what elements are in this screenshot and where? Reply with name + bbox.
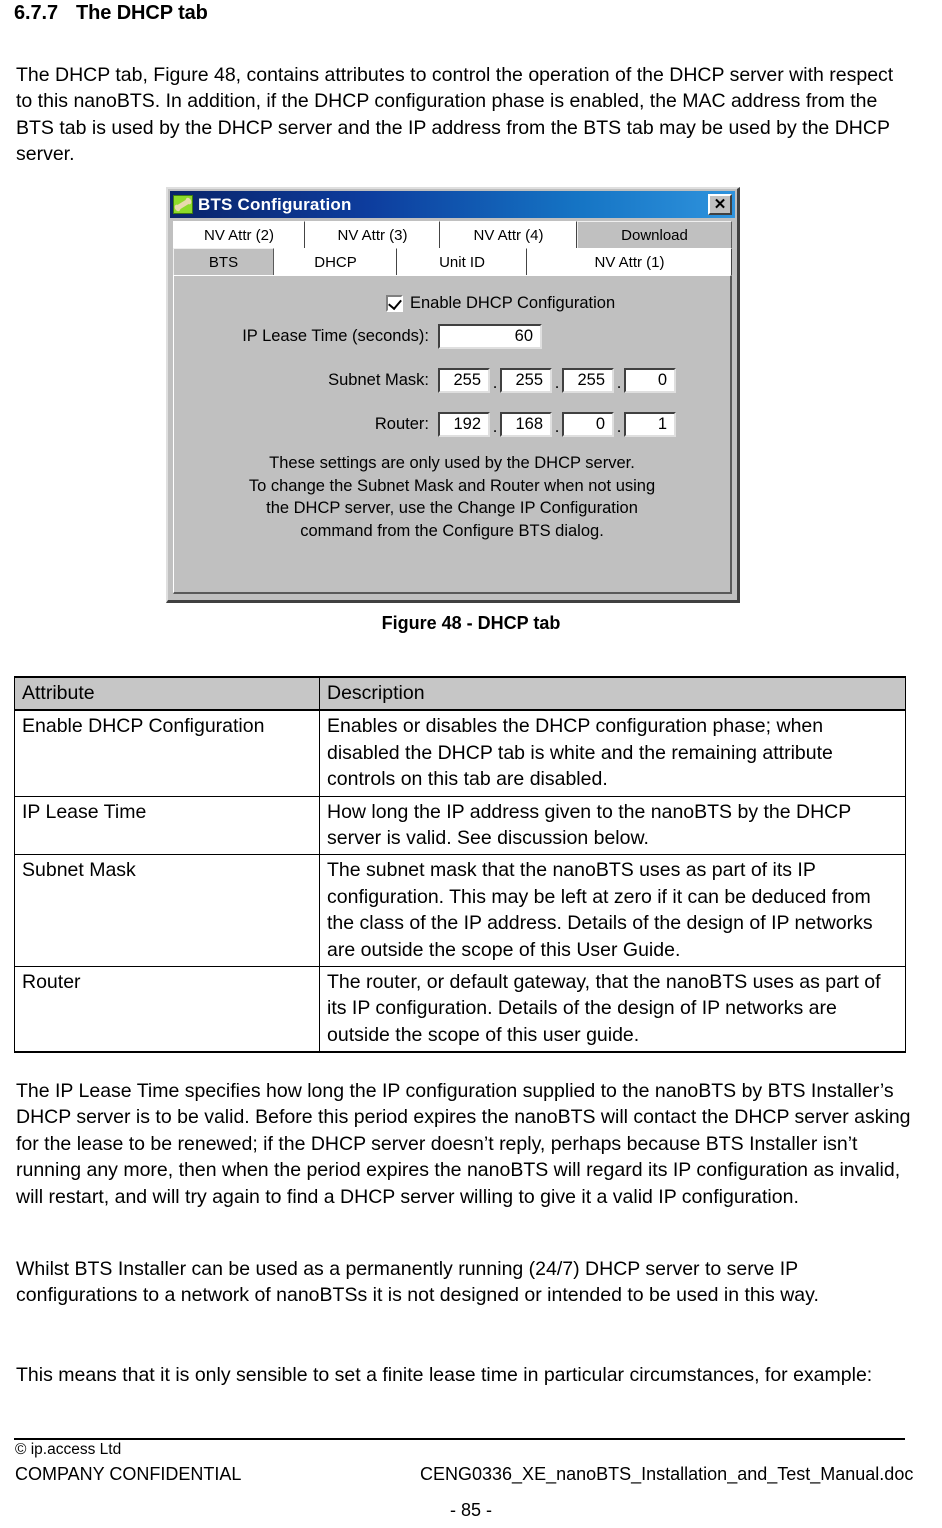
router-separator-1: .	[492, 418, 498, 436]
router-separator-3: .	[616, 418, 622, 436]
section-number: 6.7.7	[14, 2, 58, 24]
table-header-row: Attribute Description	[14, 675, 906, 712]
router-row: Router: 192 . 168 . 0 . 1	[202, 412, 676, 437]
paragraph-whilst: Whilst BTS Installer can be used as a pe…	[16, 1258, 819, 1307]
subnet-mask-octet-1[interactable]: 255	[438, 368, 490, 393]
dhcp-tab-panel: Enable DHCP Configuration IP Lease Time …	[173, 275, 732, 594]
ip-lease-time-label: IP Lease Time (seconds):	[242, 327, 429, 345]
footer-page-number: - 85 -	[449, 1500, 492, 1520]
dialog-title: BTS Configuration	[198, 194, 352, 214]
cell-attribute: Enable DHCP Configuration	[14, 709, 320, 797]
router-octet-3[interactable]: 0	[562, 412, 614, 437]
router-octet-2[interactable]: 168	[500, 412, 552, 437]
bone-glyph	[175, 198, 191, 211]
dhcp-help-text: These settings are only used by the DHCP…	[194, 452, 710, 542]
bone-icon	[173, 195, 193, 214]
column-header-description: Description	[319, 675, 906, 712]
checkmark-icon	[388, 295, 402, 311]
tab-download[interactable]: Download	[577, 221, 732, 248]
paragraph-lease-time: The IP Lease Time specifies how long the…	[16, 1080, 911, 1208]
document-page: 6.7.7 The DHCP tab The DHCP tab, Figure 4…	[0, 0, 942, 1528]
tab-strip: NV Attr (2) NV Attr (3) NV Attr (4) Down…	[173, 221, 732, 275]
dialog-titlebar: BTS Configuration ✕	[170, 191, 735, 218]
attribute-table: Attribute Description Enable DHCP Config…	[14, 675, 906, 1054]
subnet-separator-2: .	[554, 374, 560, 392]
router-separator-2: .	[554, 418, 560, 436]
tab-dhcp[interactable]: DHCP	[274, 248, 397, 275]
subnet-mask-octet-2[interactable]: 255	[500, 368, 552, 393]
cell-attribute: Subnet Mask	[14, 854, 320, 968]
tab-unit-id[interactable]: Unit ID	[397, 248, 527, 275]
tab-nv-attr-3[interactable]: NV Attr (3)	[305, 221, 440, 248]
table-row: Subnet Mask The subnet mask that the nan…	[14, 854, 906, 968]
subnet-mask-octet-3[interactable]: 255	[562, 368, 614, 393]
table-row: Router The router, or default gateway, t…	[14, 966, 906, 1054]
ip-lease-time-row: IP Lease Time (seconds): 60	[202, 324, 676, 349]
help-line-2: To change the Subnet Mask and Router whe…	[248, 476, 656, 495]
tab-nv-attr-2[interactable]: NV Attr (2)	[173, 221, 305, 248]
tab-row-top: NV Attr (2) NV Attr (3) NV Attr (4) Down…	[173, 221, 732, 248]
router-octet-1[interactable]: 192	[438, 412, 490, 437]
enable-dhcp-label: Enable DHCP Configuration	[410, 294, 616, 312]
footer-confidential: COMPANY CONFIDENTIAL	[15, 1464, 242, 1484]
ip-lease-time-input[interactable]: 60	[438, 324, 542, 349]
subnet-separator-3: .	[616, 374, 622, 392]
intro-paragraph: The DHCP tab, Figure 48, contains attrib…	[16, 64, 894, 166]
tab-bts[interactable]: BTS	[173, 248, 274, 275]
tab-row-bottom: BTS DHCP Unit ID NV Attr (1)	[173, 248, 732, 275]
cell-description: Enables or disables the DHCP configurati…	[319, 709, 906, 797]
table-row: Enable DHCP Configuration Enables or dis…	[14, 709, 906, 797]
tab-nv-attr-1[interactable]: NV Attr (1)	[527, 248, 732, 275]
subnet-mask-label: Subnet Mask:	[328, 371, 429, 389]
enable-dhcp-row: Enable DHCP Configuration	[386, 294, 615, 313]
close-icon[interactable]: ✕	[708, 194, 732, 215]
help-line-1: These settings are only used by the DHCP…	[269, 454, 635, 472]
tab-nv-attr-4[interactable]: NV Attr (4)	[440, 221, 577, 248]
cell-description: The router, or default gateway, that the…	[319, 966, 906, 1054]
cell-description: The subnet mask that the nanoBTS uses as…	[319, 854, 906, 968]
subnet-mask-row: Subnet Mask: 255 . 255 . 255 . 0	[202, 368, 676, 393]
cell-description: How long the IP address given to the nan…	[319, 795, 906, 856]
section-heading: 6.7.7 The DHCP tab	[14, 2, 208, 25]
footer-copyright: © ip.access Ltd	[15, 1441, 122, 1458]
section-title: The DHCP tab	[75, 2, 208, 24]
enable-dhcp-checkbox[interactable]	[386, 295, 403, 312]
router-octet-4[interactable]: 1	[624, 412, 676, 437]
paragraph-means: This means that it is only sensible to s…	[16, 1364, 873, 1386]
figure-dhcp-tab: BTS Configuration ✕ NV Attr (2) NV Attr …	[166, 187, 740, 603]
subnet-separator-1: .	[492, 374, 498, 392]
figure-caption: Figure 48 - DHCP tab	[381, 613, 561, 633]
bts-configuration-dialog: BTS Configuration ✕ NV Attr (2) NV Attr …	[166, 187, 740, 603]
column-header-attribute: Attribute	[14, 675, 320, 712]
footer-filename: CENG0336_XE_nanoBTS_Installation_and_Tes…	[420, 1464, 914, 1484]
subnet-mask-octet-4[interactable]: 0	[624, 368, 676, 393]
router-label: Router:	[374, 415, 429, 433]
help-line-4: command from the Configure BTS dialog.	[300, 521, 604, 540]
cell-attribute: IP Lease Time	[14, 795, 320, 856]
table-row: IP Lease Time How long the IP address gi…	[14, 795, 906, 856]
cell-attribute: Router	[14, 966, 320, 1054]
footer-divider	[14, 1438, 905, 1440]
help-line-3: the DHCP server, use the Change IP Confi…	[266, 499, 638, 517]
